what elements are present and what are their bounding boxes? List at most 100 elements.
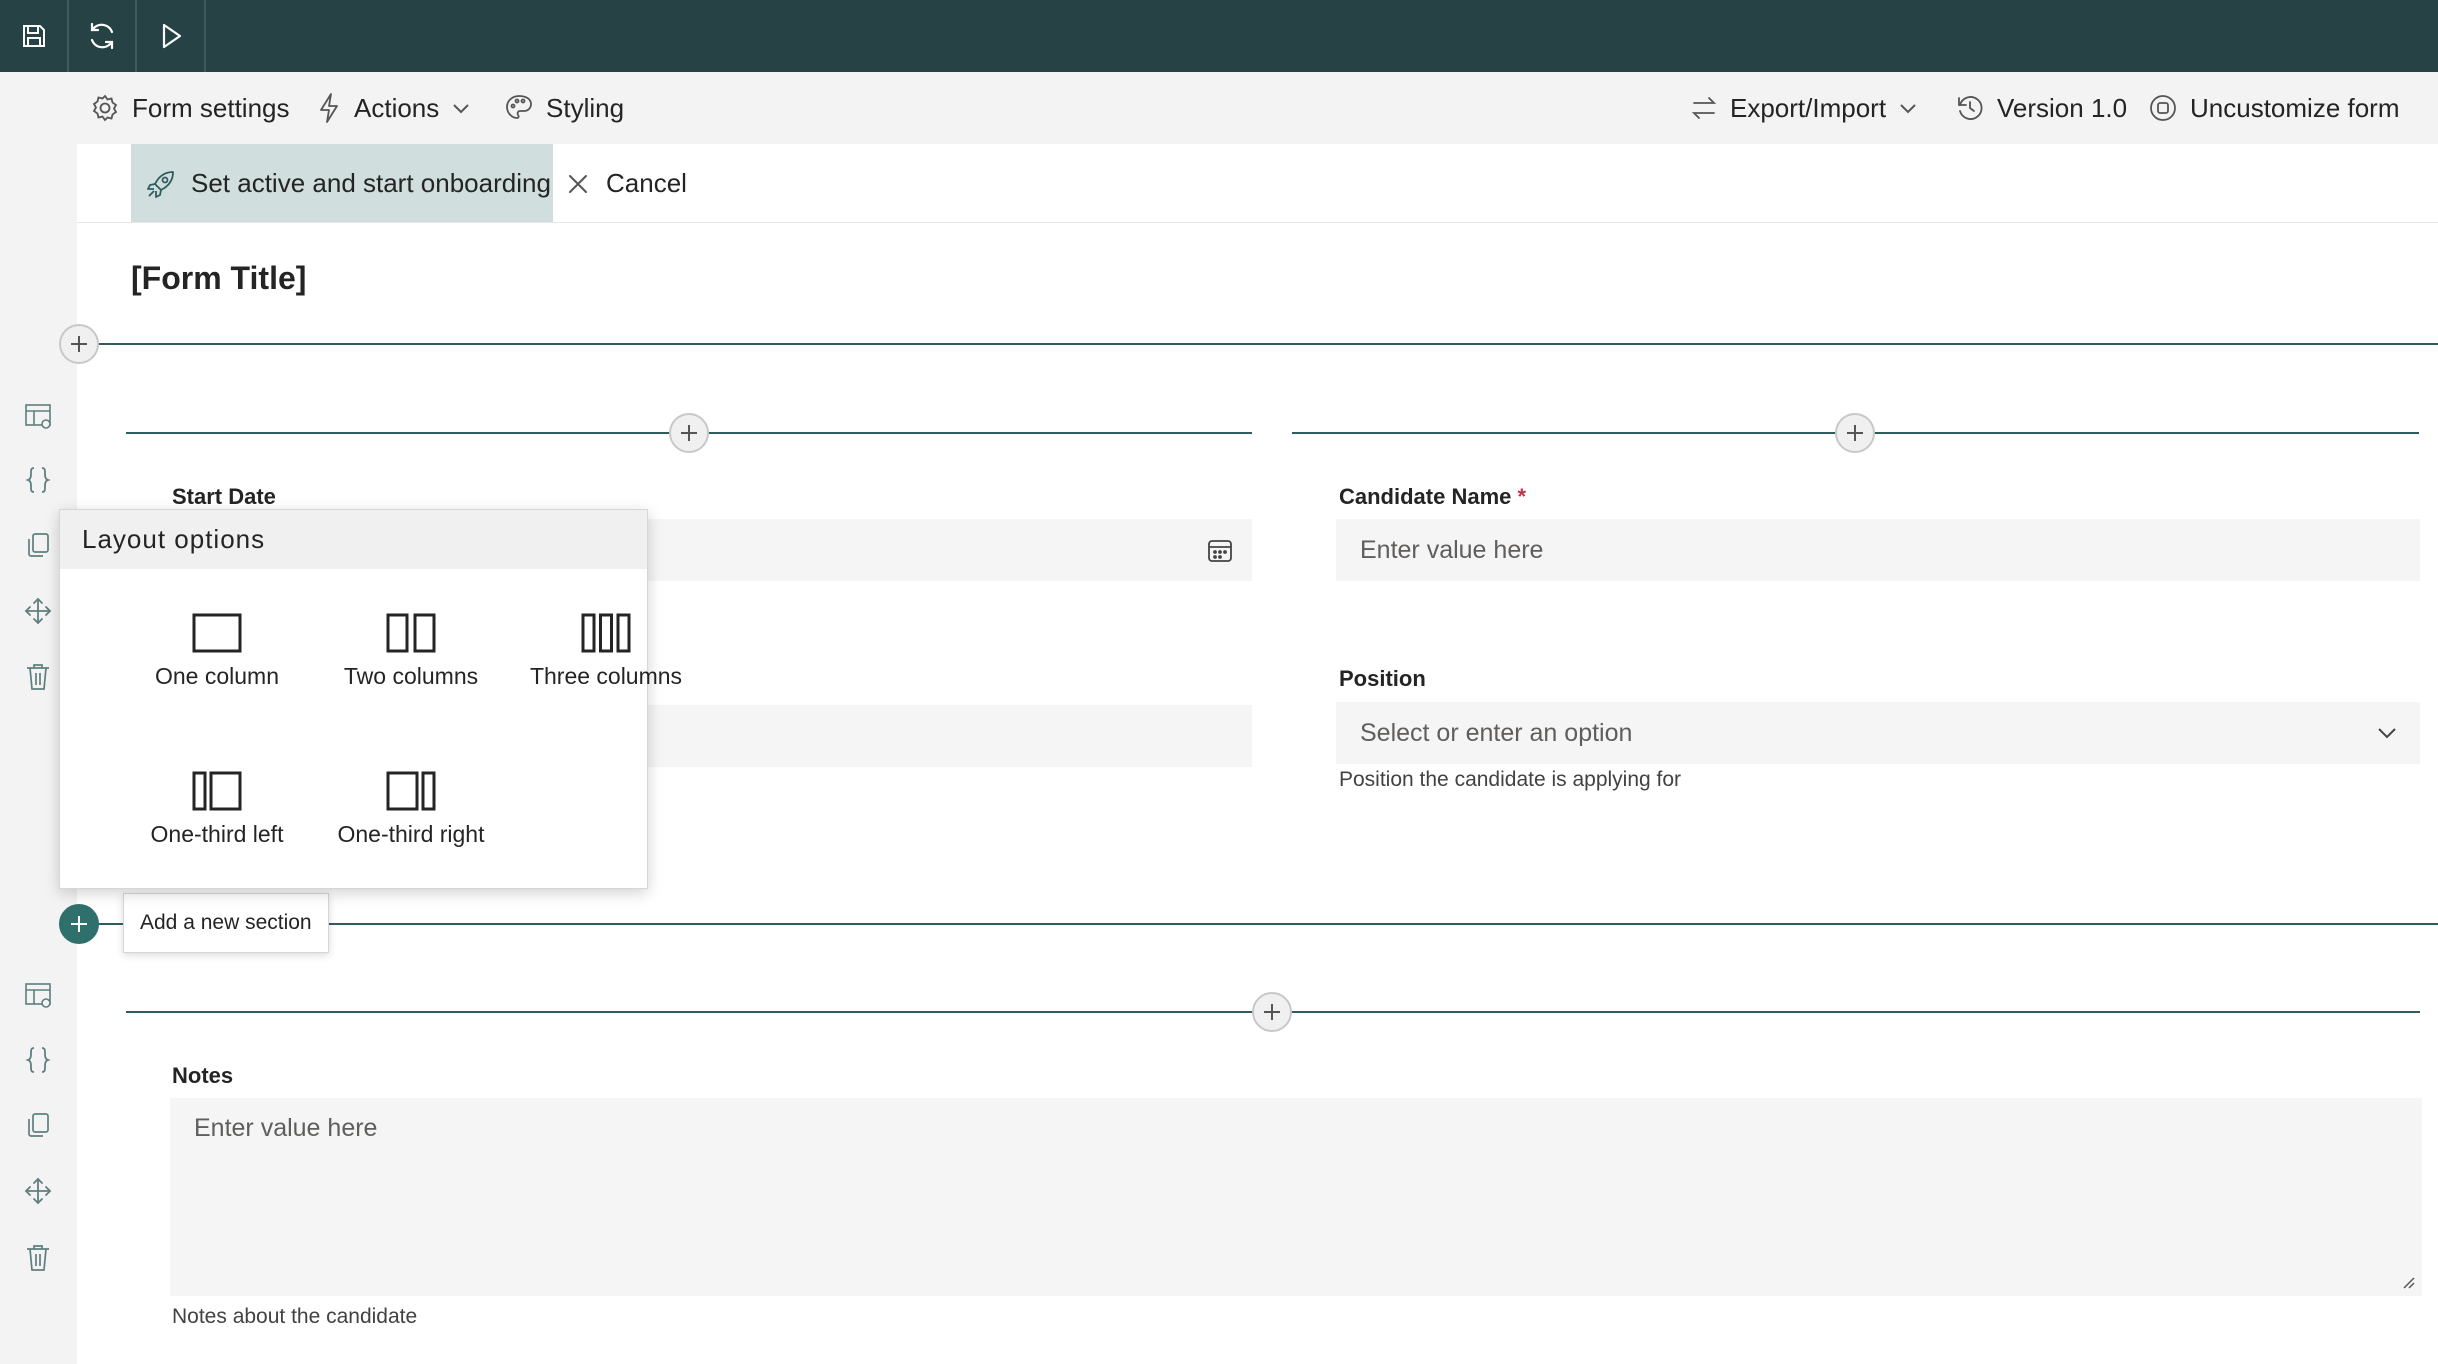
layout-one-column-option[interactable]: One column <box>122 593 312 690</box>
start-date-label: Start Date <box>172 484 276 509</box>
required-marker: * <box>1517 484 1527 509</box>
palette-icon <box>506 95 532 119</box>
plus-icon <box>71 916 87 932</box>
move-icon <box>24 597 52 625</box>
layout-one-third-left-option[interactable]: One-third left <box>122 751 312 848</box>
notes-helper-text: Notes about the candidate <box>172 1305 418 1328</box>
notes-placeholder: Enter value here <box>194 1114 378 1142</box>
cancel-label: Cancel <box>606 168 687 198</box>
option-label: One-third left <box>150 821 284 847</box>
close-icon <box>569 174 587 193</box>
play-icon <box>162 23 181 49</box>
top-toolbar <box>0 0 2438 72</box>
layout-three-columns-option[interactable]: Three columns <box>511 593 701 690</box>
plus-icon <box>681 425 697 441</box>
uncustomize-form-button[interactable]: Uncustomize form <box>2148 72 2400 144</box>
add-field-right-column-button[interactable] <box>1835 413 1875 453</box>
two-columns-icon <box>386 613 436 653</box>
cancel-button[interactable]: Cancel <box>566 144 687 223</box>
gear-icon <box>92 94 118 122</box>
styling-label: Styling <box>546 92 625 123</box>
form-settings-button[interactable]: Form settings <box>90 72 290 144</box>
save-icon <box>22 25 45 47</box>
actions-label: Actions <box>354 92 440 123</box>
one-third-left-icon <box>192 771 242 811</box>
section2-settings-button[interactable] <box>20 977 56 1013</box>
curly-braces-icon <box>25 467 51 493</box>
version-label: Version 1.0 <box>1997 92 2128 123</box>
option-label: One-third right <box>337 821 485 847</box>
section-delete-button[interactable] <box>20 659 56 695</box>
export-import-button[interactable]: Export/Import <box>1690 72 1918 144</box>
candidate-name-input[interactable]: Enter value here <box>1336 519 2420 581</box>
section-divider <box>80 923 2438 925</box>
version-button[interactable]: Version 1.0 <box>1955 72 2127 144</box>
copy-icon <box>28 1113 49 1137</box>
plus-icon <box>1847 425 1863 441</box>
layout-options-popup: Layout options One column Two columns Th… <box>59 509 682 889</box>
option-label: Three columns <box>529 663 683 689</box>
candidate-name-label-text: Candidate Name <box>1339 484 1512 509</box>
section2-code-button[interactable] <box>20 1042 56 1078</box>
section-divider <box>80 343 2438 345</box>
add-field-button[interactable] <box>1252 992 1292 1032</box>
trash-icon <box>27 664 49 690</box>
layout-two-columns-option[interactable]: Two columns <box>316 593 506 690</box>
curly-braces-icon <box>25 1047 51 1073</box>
add-field-left-column-button[interactable] <box>669 413 709 453</box>
notes-textarea[interactable]: Enter value here <box>170 1098 2422 1296</box>
notes-label: Notes <box>172 1063 234 1088</box>
resize-handle-icon[interactable] <box>2400 1274 2416 1290</box>
table-settings-icon <box>25 983 51 1008</box>
history-icon <box>1958 96 1983 120</box>
position-combobox[interactable]: Select or enter an option <box>1336 702 2420 764</box>
chevron-down-icon <box>1900 104 1916 114</box>
section-code-button[interactable] <box>20 462 56 498</box>
option-label: One column <box>154 663 279 689</box>
plus-icon <box>71 336 87 352</box>
position-label: Position <box>1339 666 1426 691</box>
plus-icon <box>1264 1004 1280 1020</box>
preview-button[interactable] <box>137 0 206 72</box>
section-move-button[interactable] <box>20 593 56 629</box>
section2-copy-button[interactable] <box>20 1107 56 1143</box>
add-new-section-button[interactable] <box>59 904 99 944</box>
divider <box>77 222 2438 223</box>
move-icon <box>24 1177 52 1205</box>
section2-move-button[interactable] <box>20 1173 56 1209</box>
table-settings-icon <box>25 404 51 429</box>
form-settings-label: Form settings <box>132 92 290 123</box>
stop-circle-icon <box>2150 95 2176 121</box>
candidate-name-label: Candidate Name * <box>1339 484 1526 510</box>
set-active-label: Set active and start onboarding <box>191 168 551 198</box>
styling-button[interactable]: Styling <box>504 72 624 144</box>
one-third-right-icon <box>386 771 436 811</box>
option-label: Two columns <box>343 663 479 689</box>
add-section-tooltip: Add a new section <box>123 893 329 953</box>
refresh-button[interactable] <box>68 0 137 72</box>
copy-icon <box>28 533 49 557</box>
export-import-label: Export/Import <box>1730 92 1887 123</box>
add-section-above-button[interactable] <box>59 324 99 364</box>
swap-arrows-icon <box>1691 97 1717 119</box>
popup-title: Layout options <box>60 510 647 569</box>
section-copy-button[interactable] <box>20 527 56 563</box>
section-settings-button[interactable] <box>20 398 56 434</box>
three-columns-icon <box>581 613 631 653</box>
set-active-button[interactable]: Set active and start onboarding <box>131 144 553 223</box>
uncustomize-label: Uncustomize form <box>2190 92 2400 123</box>
calendar-icon[interactable] <box>1206 536 1234 564</box>
section2-delete-button[interactable] <box>20 1240 56 1276</box>
one-column-icon <box>192 613 242 653</box>
layout-one-third-right-option[interactable]: One-third right <box>316 751 506 848</box>
chevron-down-icon <box>453 104 469 114</box>
chevron-down-icon[interactable] <box>2376 726 2398 740</box>
page-title: [Form Title] <box>131 260 307 296</box>
lightning-icon <box>320 93 338 123</box>
position-helper-text: Position the candidate is applying for <box>1339 768 1682 791</box>
actions-menu-button[interactable]: Actions <box>316 72 471 144</box>
position-placeholder: Select or enter an option <box>1360 718 1633 747</box>
save-button[interactable] <box>0 0 69 72</box>
trash-icon <box>27 1245 49 1271</box>
rocket-icon <box>147 170 174 198</box>
